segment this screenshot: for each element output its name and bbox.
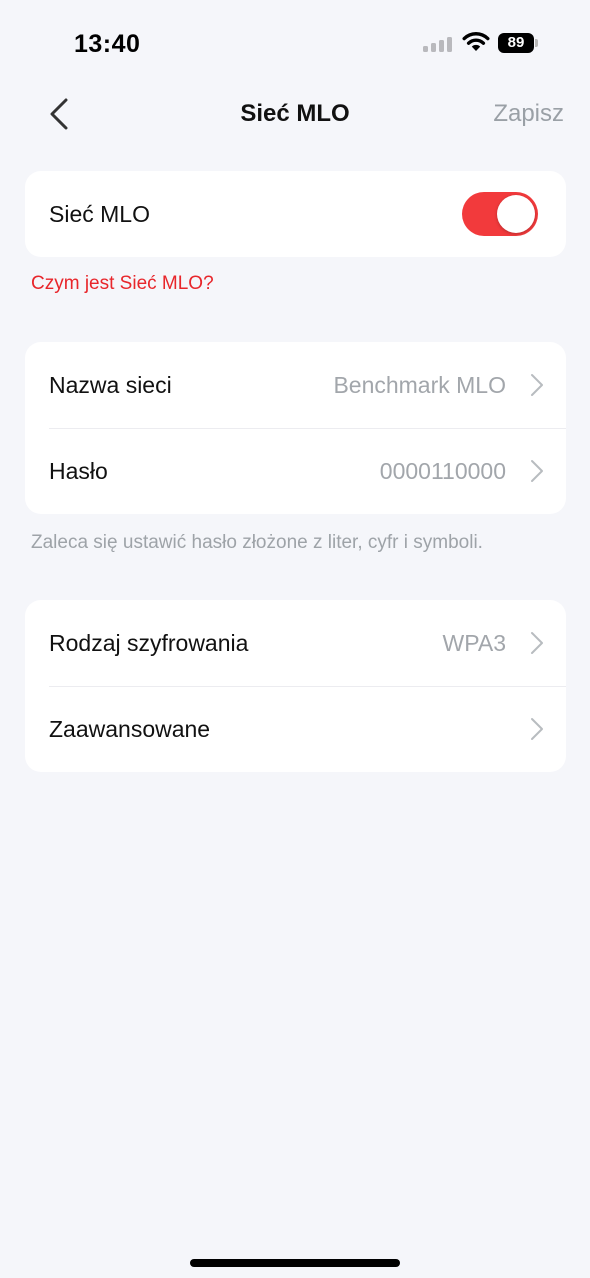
- status-time: 13:40: [74, 30, 141, 58]
- status-bar: 13:40 89: [0, 0, 590, 88]
- chevron-right-icon: [531, 632, 543, 654]
- password-row[interactable]: Hasło 0000110000: [25, 428, 566, 514]
- network-name-row[interactable]: Nazwa sieci Benchmark MLO: [25, 342, 566, 428]
- battery-icon: 89: [498, 33, 538, 53]
- cellular-signal-icon: [423, 37, 452, 52]
- security-card: Rodzaj szyfrowania WPA3 Zaawansowane: [25, 600, 566, 772]
- chevron-right-icon: [531, 718, 543, 740]
- encryption-value: WPA3: [442, 630, 506, 656]
- encryption-label: Rodzaj szyfrowania: [49, 630, 249, 656]
- network-name-value: Benchmark MLO: [333, 372, 506, 398]
- home-indicator[interactable]: [190, 1259, 400, 1267]
- wifi-icon: [462, 32, 490, 51]
- advanced-row[interactable]: Zaawansowane: [25, 686, 566, 772]
- network-card: Nazwa sieci Benchmark MLO Hasło 00001100…: [25, 342, 566, 514]
- battery-tip: [535, 39, 538, 47]
- encryption-row[interactable]: Rodzaj szyfrowania WPA3: [25, 600, 566, 686]
- advanced-label: Zaawansowane: [49, 716, 211, 742]
- save-button[interactable]: Zapisz: [493, 100, 564, 128]
- nav-bar: Sieć MLO Zapisz: [0, 80, 590, 148]
- chevron-right-icon: [531, 460, 543, 482]
- toggle-knob: [497, 195, 535, 233]
- mlo-row: Sieć MLO: [25, 171, 566, 257]
- password-value: 0000110000: [379, 458, 506, 484]
- battery-level: 89: [498, 33, 534, 53]
- mlo-toggle[interactable]: [462, 192, 538, 236]
- password-hint: Zaleca się ustawić hasło złożone z liter…: [31, 532, 483, 553]
- mlo-label: Sieć MLO: [49, 201, 150, 227]
- password-label: Hasło: [49, 458, 108, 484]
- mlo-card: Sieć MLO: [25, 171, 566, 257]
- network-name-label: Nazwa sieci: [49, 372, 172, 398]
- what-is-mlo-link[interactable]: Czym jest Sieć MLO?: [31, 273, 214, 295]
- chevron-right-icon: [531, 374, 543, 396]
